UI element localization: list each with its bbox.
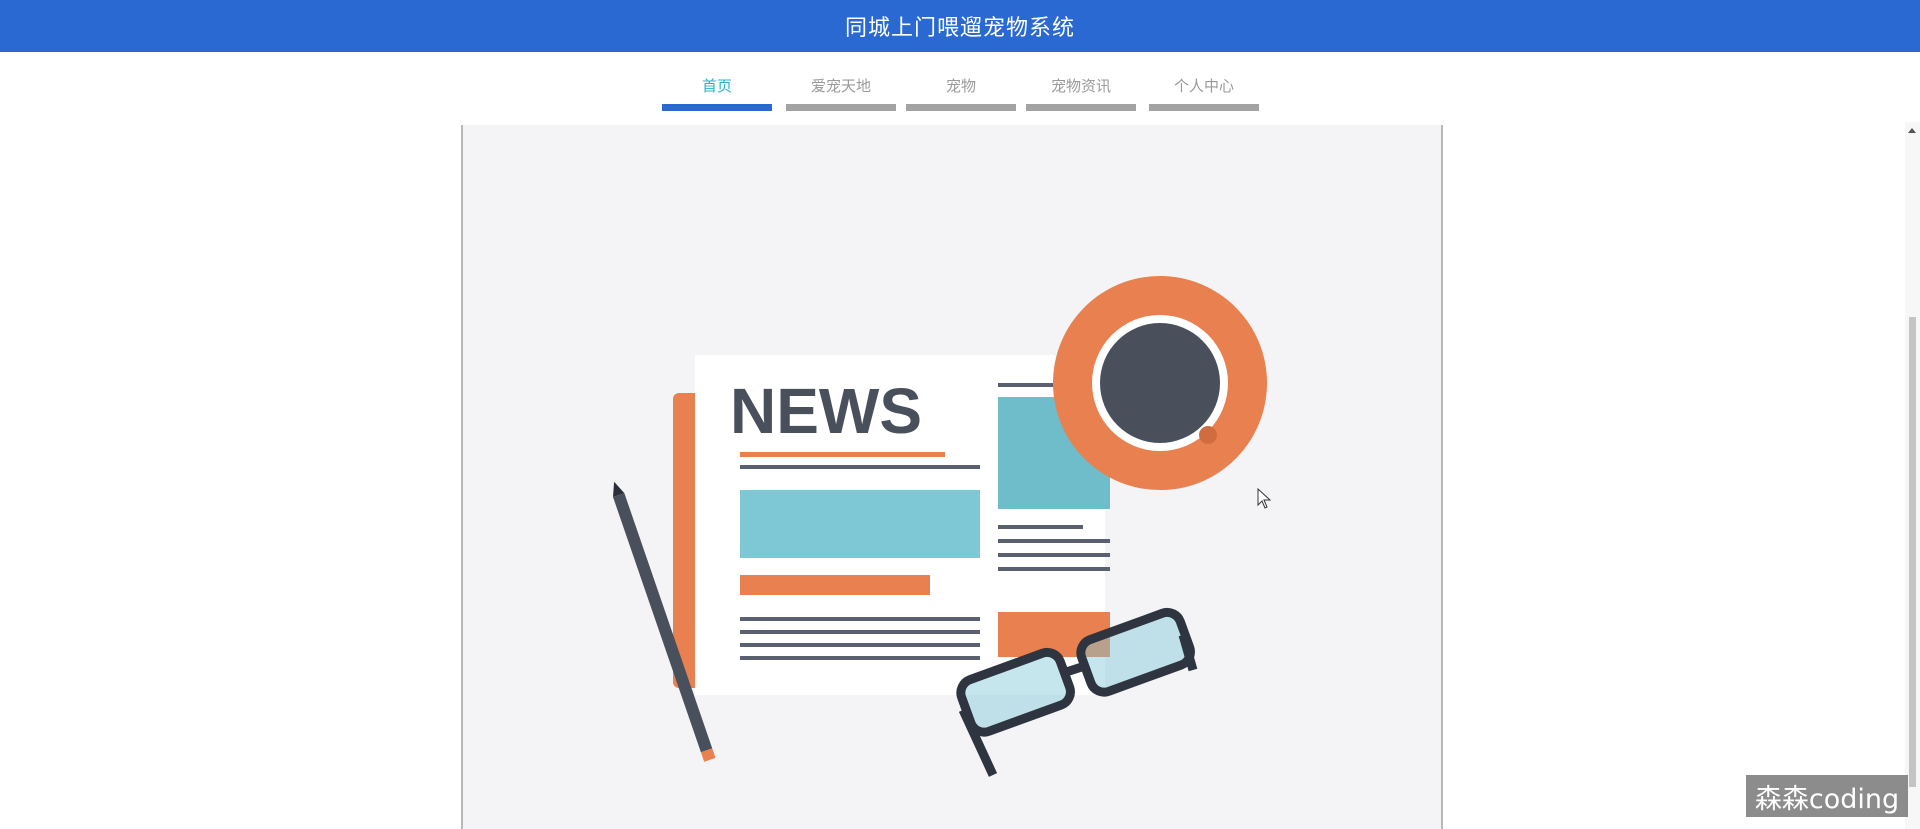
scroll-thumb[interactable] (1909, 317, 1916, 787)
news-banner[interactable]: NEWS (461, 125, 1443, 829)
app-header: 同城上门喂遛宠物系统 (0, 0, 1920, 52)
newspaper-line (998, 567, 1110, 571)
newspaper-subheading (740, 575, 930, 595)
newspaper-line (740, 643, 980, 647)
news-headline: NEWS (730, 375, 922, 447)
main-nav: 首页 爱宠天地 宠物 宠物资讯 个人中心 (0, 52, 1920, 122)
tab-home-indicator (662, 104, 772, 111)
app-title: 同城上门喂遛宠物系统 (844, 16, 1075, 41)
newspaper-line (998, 553, 1110, 557)
mouse-cursor-icon (1257, 488, 1272, 509)
newspaper-line (740, 465, 980, 469)
newspaper-line (740, 630, 980, 634)
tab-pet-news-label: 宠物资讯 (1050, 77, 1111, 95)
newspaper-line (740, 656, 980, 660)
newspaper-line (740, 617, 980, 621)
tab-pet-news-indicator (1026, 104, 1136, 111)
newspaper-illustration: NEWS (613, 276, 1267, 777)
newspaper-line (998, 525, 1083, 529)
tab-home-label: 首页 (701, 77, 732, 95)
tab-personal-center-label: 个人中心 (1173, 77, 1234, 95)
tab-pet-world[interactable]: 爱宠天地 (786, 52, 896, 114)
tab-pet-news[interactable]: 宠物资讯 (1026, 52, 1136, 114)
scroll-up-arrow-icon[interactable] (1908, 128, 1916, 133)
tab-pet-world-label: 爱宠天地 (810, 77, 871, 95)
newspaper-line (740, 452, 945, 457)
coffee-cup-icon (1053, 276, 1267, 490)
watermark-text: 森森coding (1754, 783, 1900, 815)
tab-personal-center-indicator (1149, 104, 1259, 111)
tab-pets-label: 宠物 (945, 77, 976, 95)
newspaper-photo-block (740, 490, 980, 558)
tab-pets[interactable]: 宠物 (906, 52, 1016, 114)
tab-pet-world-indicator (786, 104, 896, 111)
watermark: 森森coding (1746, 775, 1908, 817)
page-scrollbar[interactable] (1905, 122, 1920, 829)
tab-home[interactable]: 首页 (662, 52, 772, 114)
newspaper-line (998, 539, 1110, 543)
tab-personal-center[interactable]: 个人中心 (1149, 52, 1259, 114)
tab-pets-indicator (906, 104, 1016, 111)
